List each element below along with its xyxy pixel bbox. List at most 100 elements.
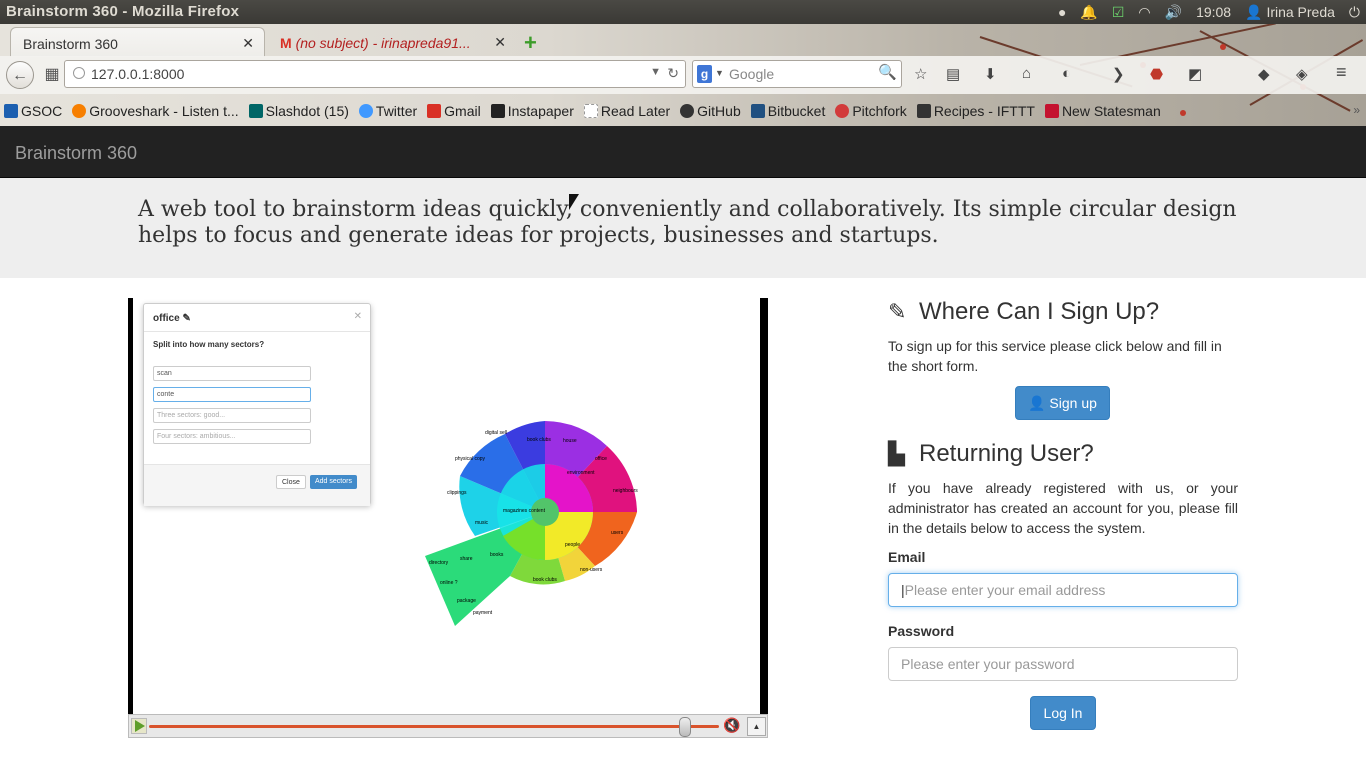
wheel-label: users [611,530,624,536]
mute-icon[interactable]: 🔇 [723,717,740,734]
bookmark-label: Twitter [375,103,418,119]
engine-dropdown-icon[interactable]: ▼ [715,68,724,78]
bookmark-item[interactable]: GSOC [4,103,62,119]
volume-icon[interactable]: 🔊 [1165,4,1182,21]
signup-button[interactable]: 👤 Sign up [1015,386,1110,420]
bookmark-label: Grooveshark - Listen t... [89,103,239,119]
browser-chrome: Brainstorm 360 ✕ M (no subject) - irinap… [0,24,1366,126]
notification-extension-icon[interactable]: ◩ [1188,65,1202,83]
slashdot-icon [248,104,263,118]
modal-title: office ✎ [153,313,191,324]
password-field[interactable]: Please enter your password [888,647,1238,681]
downloads-icon[interactable]: ⬇ [984,65,997,83]
grooveshark-icon [72,104,87,118]
password-placeholder: Please enter your password [901,656,1075,672]
dropbox-icon[interactable]: ● [1058,4,1066,20]
bookmark-item[interactable]: Twitter [358,103,418,119]
modal-input: conte [153,387,311,402]
twitter-icon [358,104,373,118]
wheel-label: non-users [580,567,603,573]
hamburger-menu-icon[interactable]: ≡ [1336,62,1347,83]
wheel-label: book clubs [527,437,551,443]
seek-bar[interactable] [149,725,719,728]
window-title: Brainstorm 360 - Mozilla Firefox [6,3,240,20]
fullscreen-toggle-icon[interactable]: ▲ [747,717,766,736]
search-bar[interactable]: g ▼ Google 🔍 [692,60,902,88]
search-icon[interactable]: 🔍 [878,63,897,81]
bookmark-item[interactable]: New Statesman [1044,103,1161,119]
power-icon[interactable]: ⏻ [1349,4,1360,21]
tab-gmail[interactable]: M (no subject) - irinapreda91... ✕ [268,27,516,57]
checkbox-indicator-icon[interactable]: ☑ [1112,4,1125,21]
close-tab-icon[interactable]: ✕ [242,35,254,52]
read-later-icon [583,104,598,118]
url-bar[interactable]: 127.0.0.1:8000 ▼ ↻ [64,60,686,88]
close-tab-icon[interactable]: ✕ [494,34,506,51]
navigation-toolbar: ← ▦ 127.0.0.1:8000 ▼ ↻ g ▼ Google 🔍 ☆ ▤ … [0,56,1366,94]
bookmark-item[interactable]: Grooveshark - Listen t... [72,103,239,119]
reload-icon[interactable]: ↻ [667,65,679,82]
adblock-icon[interactable]: ⬣ [1150,65,1163,83]
modal-close-button: Close [276,475,306,489]
wheel-label: magazines content [503,508,546,514]
wheel-label: physical copy [455,456,486,462]
bookmark-item[interactable]: Bitbucket [750,103,826,119]
wheel-label: package [457,598,476,604]
bookmark-item[interactable]: Recipes - IFTTT [916,103,1035,119]
pitchfork-icon [835,104,850,118]
bookmarks-menu-icon[interactable]: ▤ [946,65,960,83]
login-button[interactable]: Log In [1030,696,1096,730]
seek-handle[interactable] [679,717,692,737]
wheel-label: payment [473,610,493,616]
tab-brainstorm[interactable]: Brainstorm 360 ✕ [10,27,265,57]
signup-button-label: Sign up [1049,395,1097,411]
user-menu[interactable]: 👤 Irina Preda [1245,4,1335,21]
pocket-save-icon[interactable]: ◈ [1296,65,1308,83]
wheel-label: office [595,456,607,462]
bookmark-item[interactable]: Slashdot (15) [248,103,349,119]
ifttt-icon [916,104,931,118]
system-tray: ● 🔔 ☑ ◠ 🔊 19:08 👤 Irina Preda ⏻ [1058,0,1360,24]
login-description: If you have already registered with us, … [888,480,1238,536]
gmail-icon: M [280,35,292,51]
back-arrow-icon[interactable]: ← [6,61,34,89]
extension-shield-icon[interactable]: ◆ [1258,65,1270,83]
returning-user-heading: ▙ Returning User? [888,440,1094,468]
bookmark-item[interactable]: GitHub [680,103,741,119]
tab-label: Brainstorm 360 [23,36,118,52]
bookmark-item[interactable]: Instapaper [490,103,574,119]
notification-bell-icon[interactable]: 🔔 [1080,4,1097,21]
wheel-label: house [563,438,577,444]
brand-link[interactable]: Brainstorm 360 [15,143,137,164]
url-text: 127.0.0.1:8000 [91,66,185,82]
bookmark-item[interactable]: Gmail [427,103,481,119]
google-engine-icon[interactable]: g [697,65,712,83]
demo-video[interactable]: office ✎ ✕ Split into how many sectors? … [128,298,768,714]
bookmark-label: Slashdot (15) [265,103,349,119]
tab-groups-icon[interactable]: ▦ [38,61,66,89]
play-icon[interactable] [131,718,147,734]
extension-icon[interactable]: ◐ [1062,65,1071,82]
gmail-icon [427,104,442,118]
login-chair-icon: ▙ [888,441,905,466]
wifi-icon[interactable]: ◠ [1138,4,1150,21]
bookmark-item[interactable]: Read Later [583,103,670,119]
globe-icon [73,67,85,79]
bookmark-label: Bitbucket [767,103,826,119]
pocket-icon[interactable]: ❯ [1112,65,1125,83]
bookmark-star-icon[interactable]: ☆ [914,65,927,83]
url-dropdown-icon[interactable]: ▼ [650,66,661,78]
brainstorm-wheel: music clippings magazines content books … [425,421,638,626]
home-icon[interactable]: ⌂ [1022,65,1031,82]
modal-add-sectors-button: Add sectors [310,475,357,489]
app-navbar: Brainstorm 360 [0,126,1366,178]
email-field[interactable]: |Please enter your email address [888,573,1238,607]
github-icon [680,104,695,118]
new-tab-plus-icon[interactable]: + [524,30,537,56]
bookmark-item[interactable]: Pitchfork [835,103,907,119]
bookmarks-overflow-icon[interactable]: » [1353,103,1360,117]
signup-description: To sign up for this service please click… [888,338,1222,374]
bookmark-label: New Statesman [1061,103,1161,119]
clock[interactable]: 19:08 [1196,4,1231,20]
password-label: Password [888,623,955,639]
